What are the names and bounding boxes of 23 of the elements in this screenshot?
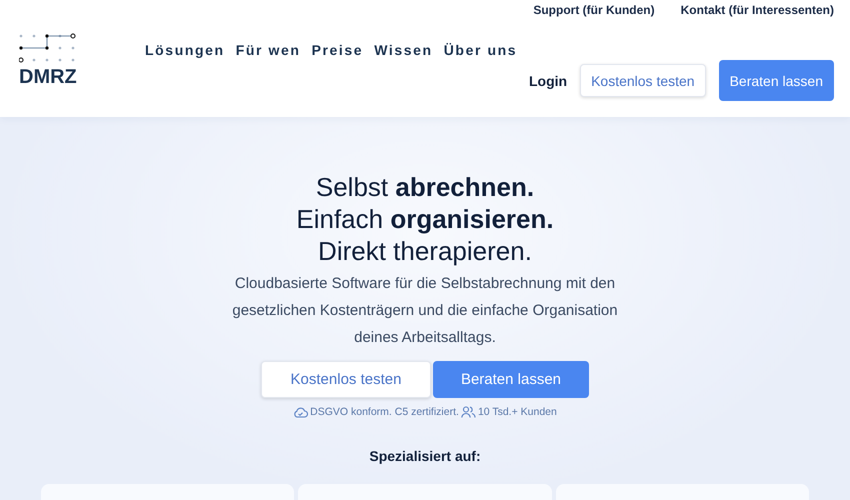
nav-item[interactable]: Für wen — [236, 42, 301, 58]
headline-line: Einfach organisieren. — [296, 203, 554, 235]
nav-item[interactable]: Preise — [312, 42, 364, 58]
consult-button[interactable]: Beraten lassen — [718, 60, 834, 101]
trust-label: DSGVO konform. C5 zertifiziert. — [310, 406, 459, 418]
headline-line: Direkt therapieren. — [317, 235, 533, 267]
headline-line: Selbst abrechnen. — [314, 171, 536, 203]
cloud-check-icon — [293, 406, 308, 418]
logo-icon — [19, 33, 77, 63]
top-link[interactable]: Support (für Kunden) — [533, 2, 655, 20]
consult-button[interactable]: Beraten lassen — [433, 361, 589, 398]
section-heading: Spezialisiert auf: — [369, 448, 481, 464]
logo-text[interactable]: DMRZ — [19, 66, 77, 88]
trial-button[interactable]: Kostenlos testen — [261, 361, 431, 398]
trial-button[interactable]: Kostenlos testen — [580, 64, 706, 97]
users-icon — [460, 406, 476, 418]
nav-item[interactable]: Lösungen — [145, 42, 225, 58]
hero-description: Cloudbasierte Software für die Selbstabrechnung mit den gesetzlichen Kostenträgern und die einfache Organisation deines Arbeitsalltags. — [231, 274, 619, 348]
trust-label: 10 Tsd.+ Kunden — [478, 406, 557, 418]
nav-item[interactable]: Über uns — [444, 42, 518, 58]
top-link[interactable]: Kontakt (für Interessenten) — [680, 2, 834, 20]
login-link[interactable]: Login — [528, 72, 568, 88]
nav-item[interactable]: Wissen — [374, 42, 433, 58]
